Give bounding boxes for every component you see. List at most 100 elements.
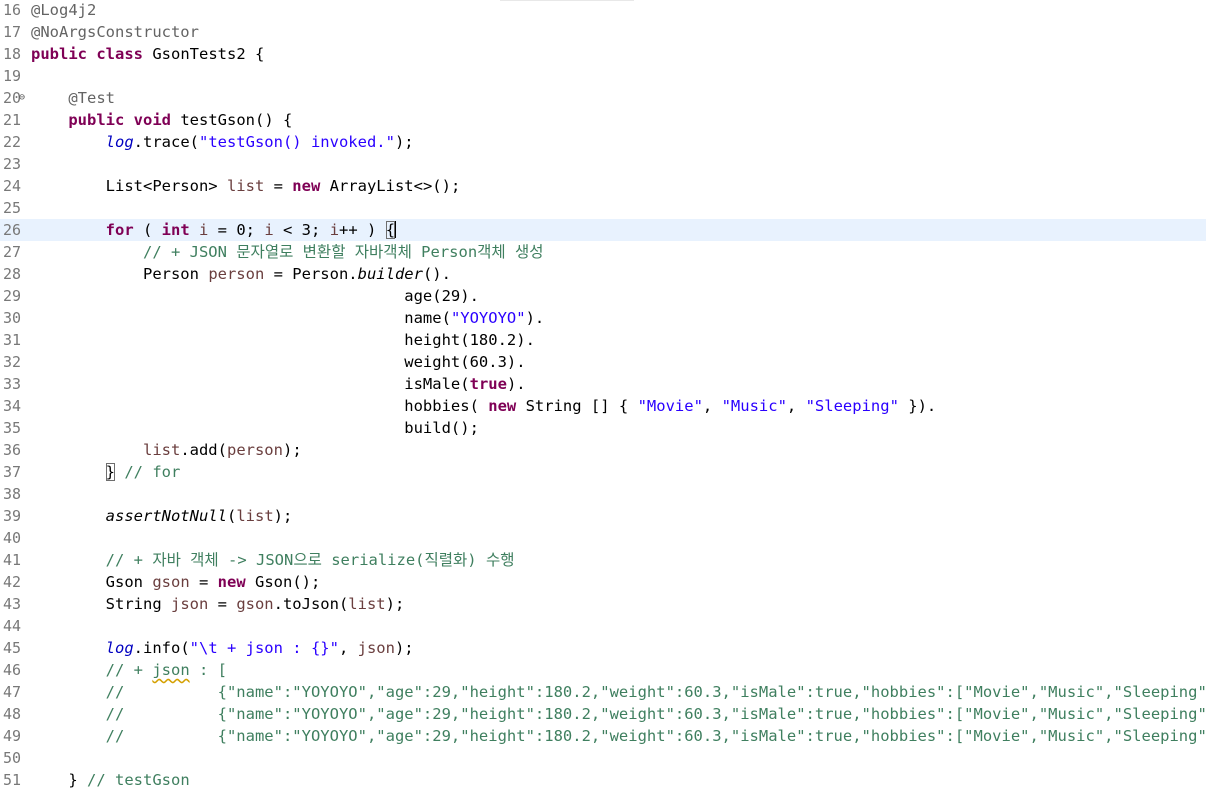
line-number: 20 [3,89,22,107]
code-line[interactable]: 36 list.add(person); [0,439,1206,461]
code-line[interactable]: 16 @Log4j2 [0,0,1206,21]
code-line[interactable]: 43 String json = gson.toJson(list); [0,593,1206,615]
code-line[interactable]: 25 [0,197,1206,219]
code-token: hobbies( [31,397,489,415]
code-line[interactable]: 38 [0,483,1206,505]
code-token: @Log4j2 [31,1,97,19]
code-token: public [68,111,125,129]
code-line[interactable]: 32 weight(60.3). [0,351,1206,373]
code-token: // + [105,661,153,679]
line-number: 18 [3,45,22,63]
code-token: = [264,177,293,195]
code-token: // {"name":"YOYOYO","age":29,"height":18… [105,683,1206,701]
code-token: ); [385,595,405,613]
code-line[interactable]: 21 public void testGson() { [0,109,1206,131]
code-token: testGson() { [171,111,293,129]
code-line[interactable]: 20 ⊖ @Test [0,87,1206,109]
text-cursor [395,221,397,238]
code-line[interactable]: 29 age(29). [0,285,1206,307]
line-number: 35 [3,419,22,437]
code-line[interactable]: 45 log.info("\t + json : {}", json); [0,637,1206,659]
code-line[interactable]: 50 [0,747,1206,769]
code-text: isMale(true). [31,373,525,395]
line-number: 50 [3,749,22,767]
code-token: = [208,595,237,613]
code-token: , [702,397,722,415]
line-number: 22 [3,133,22,151]
code-line[interactable]: 22 log.trace("testGson() invoked."); [0,131,1206,153]
code-text: log.trace("testGson() invoked."); [31,131,414,153]
code-token: ( [133,221,162,239]
code-text: @Test [31,87,115,109]
code-line[interactable]: 17 @NoArgsConstructor [0,21,1206,43]
line-number: 43 [3,595,22,613]
fold-toggle-icon[interactable]: ⊖ [19,87,25,109]
code-token: age(29). [31,287,479,305]
line-number: 34 [3,397,22,415]
code-token: new [488,397,517,415]
code-line[interactable]: 23 [0,153,1206,175]
code-token: , [338,639,358,657]
code-text: Person person = Person.builder(). [31,263,451,285]
code-line[interactable]: 19 [0,65,1206,87]
line-number: 25 [3,199,22,217]
code-line[interactable]: 24 List<Person> list = new ArrayList<>()… [0,175,1206,197]
code-text: weight(60.3). [31,351,525,373]
code-token: list [226,177,265,195]
code-token: Person [31,265,209,283]
code-line[interactable]: 18 public class GsonTests2 { [0,43,1206,65]
code-token: build(); [31,419,479,437]
line-number: 26 [3,221,22,239]
code-line[interactable]: 33 isMale(true). [0,373,1206,395]
code-text: @Log4j2 [31,0,96,21]
code-token: "YOYOYO" [450,309,526,327]
code-token: String [] { [516,397,638,415]
code-text: for ( int i = 0; i < 3; i++ ) { [31,219,397,241]
code-line[interactable]: 40 [0,527,1206,549]
code-token: ArrayList<>(); [320,177,461,195]
code-token: ); [394,639,414,657]
line-number: 29 [3,287,22,305]
code-token: Gson(); [245,573,321,591]
code-line[interactable]: 39 assertNotNull(list); [0,505,1206,527]
code-line[interactable]: 47 // {"name":"YOYOYO","age":29,"height"… [0,681,1206,703]
code-line[interactable]: 28 Person person = Person.builder(). [0,263,1206,285]
code-line[interactable]: 34 hobbies( new String [] { "Movie", "Mu… [0,395,1206,417]
code-line[interactable]: 42 Gson gson = new Gson(); [0,571,1206,593]
code-token: // + 자바 객체 -> JSON으로 serialize(직렬화) 수행 [105,551,515,569]
code-line[interactable]: 27 // + JSON 문자열로 변환할 자바객체 Person객체 생성 [0,241,1206,263]
code-token: // testGson [87,771,190,789]
code-token: .add( [180,441,227,459]
line-number: 46 [3,661,22,679]
code-line[interactable]: 26 for ( int i = 0; i < 3; i++ ) { [0,219,1206,241]
code-line[interactable]: 51 } // testGson [0,769,1206,789]
code-line[interactable]: 48 // {"name":"YOYOYO","age":29,"height"… [0,703,1206,725]
code-token: list [142,441,181,459]
code-token: @NoArgsConstructor [31,23,199,41]
code-text: Gson gson = new Gson(); [31,571,321,593]
code-line[interactable]: 44 [0,615,1206,637]
code-token: height(180.2). [31,331,535,349]
line-number: 37 [3,463,22,481]
code-token: .trace( [133,133,199,151]
code-token: builder [357,265,423,283]
code-line[interactable]: 31 height(180.2). [0,329,1206,351]
code-line[interactable]: 49 // {"name":"YOYOYO","age":29,"height"… [0,725,1206,747]
code-token: ( [226,507,237,525]
line-number: 44 [3,617,22,635]
code-line[interactable]: 41 // + 자바 객체 -> JSON으로 serialize(직렬화) 수… [0,549,1206,571]
code-text: // + json : [ [31,659,227,681]
code-text: List<Person> list = new ArrayList<>(); [31,175,461,197]
code-token: i [264,221,274,239]
code-token: for [105,221,134,239]
code-line[interactable]: 30 name("YOYOYO"). [0,307,1206,329]
code-editor[interactable]: 16 @Log4j2 17 @NoArgsConstructor 18 public cl… [0,0,1206,789]
code-line[interactable]: 46 // + json : [ [0,659,1206,681]
code-line[interactable]: 37 } // for [0,461,1206,483]
line-number: 49 [3,727,22,745]
code-line[interactable]: 35 build(); [0,417,1206,439]
